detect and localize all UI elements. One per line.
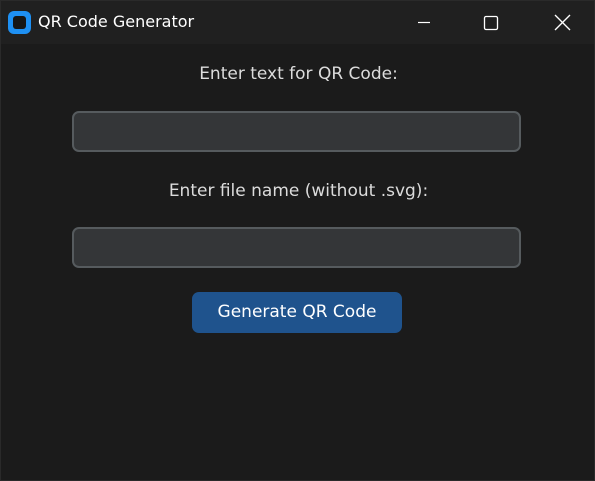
minimize-icon [418, 21, 430, 24]
qr-text-input[interactable] [72, 111, 521, 152]
window-title: QR Code Generator [38, 12, 195, 31]
maximize-button[interactable] [468, 1, 514, 44]
filename-input-label: Enter file name (without .svg): [168, 181, 429, 201]
maximize-icon [483, 15, 499, 31]
title-bar[interactable]: QR Code Generator [1, 1, 594, 44]
generate-qr-button[interactable]: Generate QR Code [192, 292, 402, 333]
app-icon [8, 11, 31, 34]
filename-input[interactable] [72, 227, 521, 268]
close-button[interactable] [539, 1, 585, 44]
text-input-label: Enter text for QR Code: [199, 64, 398, 84]
app-window: QR Code Generator Enter text for QR Code… [0, 0, 595, 481]
close-icon [554, 14, 571, 31]
minimize-button[interactable] [401, 1, 447, 44]
